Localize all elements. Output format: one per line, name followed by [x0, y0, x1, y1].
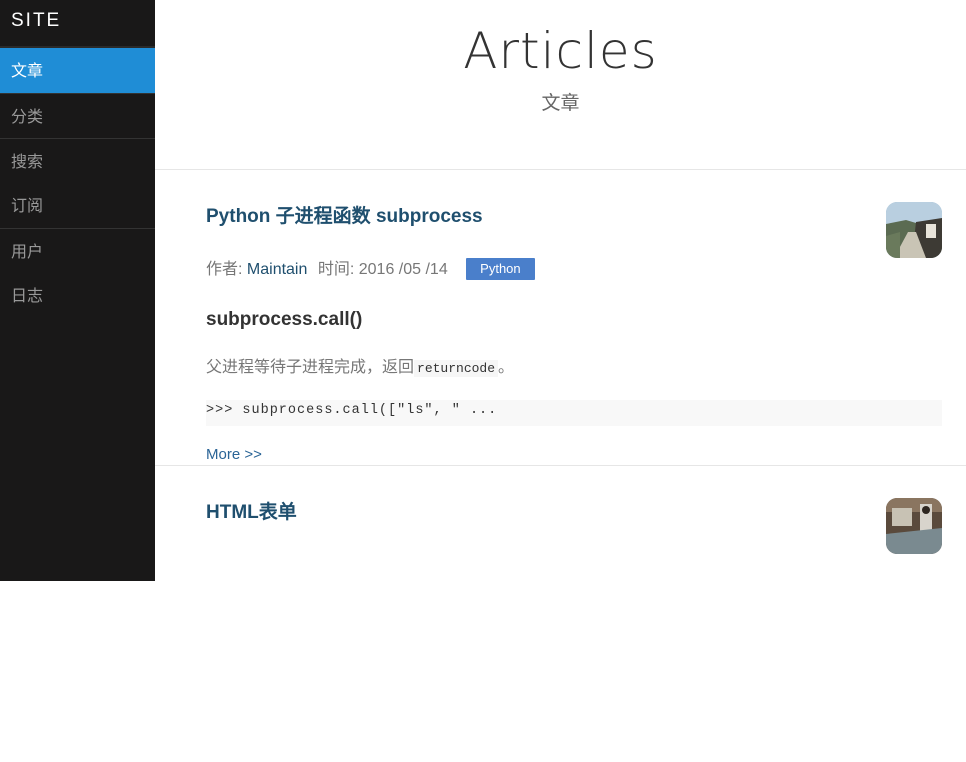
inline-code: returncode: [414, 360, 499, 377]
post-thumbnail[interactable]: [886, 498, 942, 554]
excerpt-text-end: 。: [498, 357, 515, 376]
time-label: 时间:: [317, 261, 355, 278]
post-meta: 作者: Maintain 时间: 2016 /05 /14 Python: [206, 258, 942, 281]
author-link[interactable]: Maintain: [247, 261, 307, 278]
post-card: HTML表单: [155, 466, 966, 762]
page-header: Articles 文章: [155, 0, 966, 170]
excerpt-text: 父进程等待子进程完成，返回: [206, 357, 415, 376]
sidebar-item-subscribe[interactable]: 订阅: [0, 183, 155, 228]
post-excerpt: 父进程等待子进程完成，返回 returncode。: [206, 356, 942, 380]
sidebar-item-logs[interactable]: 日志: [0, 273, 155, 318]
sidebar-item-articles[interactable]: 文章: [0, 48, 155, 93]
room-photo-icon: [886, 498, 942, 554]
sidebar-item-users[interactable]: 用户: [0, 228, 155, 273]
post-thumbnail[interactable]: [886, 202, 942, 258]
post-section-heading: subprocess.call(): [206, 309, 363, 330]
post-card: Python 子进程函数 subprocess 作者: Maintain 时间:…: [155, 170, 966, 466]
main-content: Articles 文章 Python 子进程函数 subprocess 作者: …: [155, 0, 966, 581]
site-brand[interactable]: SITE: [0, 0, 155, 48]
read-more-link[interactable]: More >>: [206, 446, 262, 463]
sidebar-item-search[interactable]: 搜索: [0, 138, 155, 183]
sidebar-item-categories[interactable]: 分类: [0, 93, 155, 138]
post-date: 2016 /05 /14: [358, 261, 448, 278]
code-snippet: >>> subprocess.call(["ls", " ...: [206, 400, 942, 426]
landscape-photo-icon: [886, 202, 942, 258]
post-title-link[interactable]: Python 子进程函数 subprocess: [206, 204, 942, 230]
sidebar-nav: 文章 分类 搜索 订阅 用户 日志: [0, 48, 155, 318]
category-tag[interactable]: Python: [466, 258, 535, 280]
page-title: Articles: [463, 22, 658, 80]
author-label: 作者:: [206, 261, 243, 278]
page-subtitle: 文章: [541, 92, 580, 114]
post-title-link[interactable]: HTML表单: [206, 500, 942, 526]
sidebar: SITE 文章 分类 搜索 订阅 用户 日志: [0, 0, 155, 581]
